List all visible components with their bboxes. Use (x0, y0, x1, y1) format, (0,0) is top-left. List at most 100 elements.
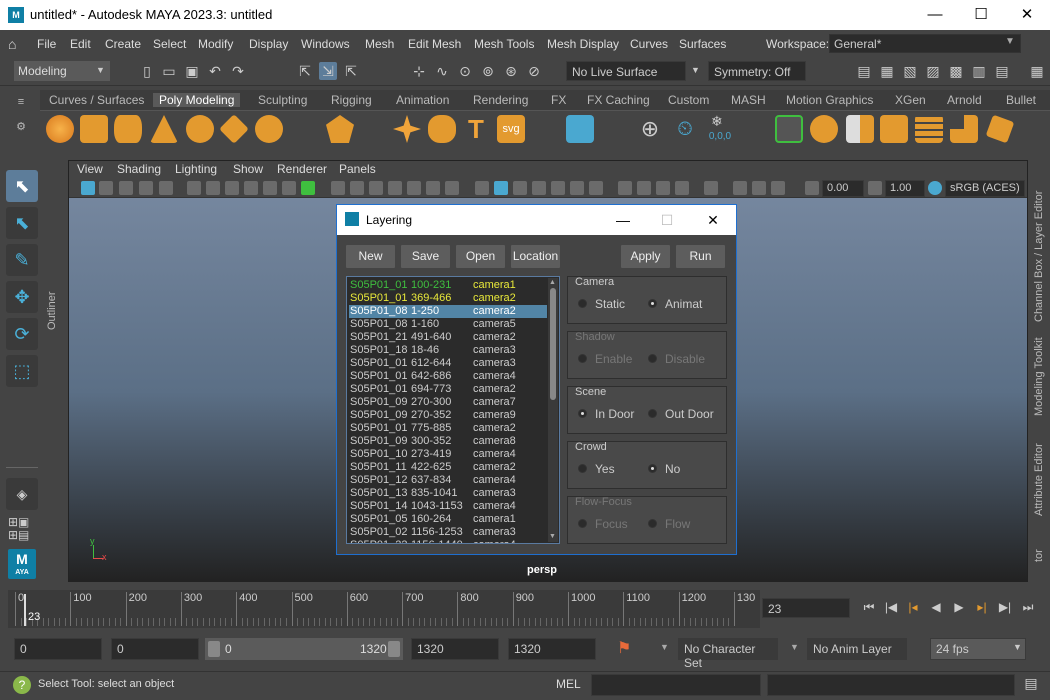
pivot-icon[interactable] (282, 181, 296, 195)
shelf-tab-arnold[interactable]: Arnold (947, 93, 982, 107)
snapshot-icon[interactable] (225, 181, 239, 195)
shot-list-row[interactable]: S05P01_221156-1440 camera4 (349, 539, 547, 543)
channel-box-icon[interactable]: ▦ (1028, 62, 1046, 80)
snap-surface-icon[interactable]: ⊛ (502, 62, 520, 80)
menu-curves[interactable]: Curves (630, 37, 668, 51)
mesh-smooth-icon[interactable] (846, 115, 874, 143)
camera-icon[interactable] (187, 181, 201, 195)
panel-menu-panels[interactable]: Panels (339, 162, 376, 176)
panel-menu-renderer[interactable]: Renderer (277, 162, 327, 176)
anti-aliasing-icon[interactable] (656, 181, 670, 195)
shelf-tab-animation[interactable]: Animation (396, 93, 449, 107)
motion-blur-icon[interactable] (637, 181, 651, 195)
new-scene-icon[interactable]: ▯ (138, 62, 156, 80)
play-backward-icon[interactable]: ◀ (927, 598, 945, 616)
grid-icon[interactable] (331, 181, 345, 195)
scene-indoor-radio[interactable] (578, 409, 587, 418)
menu-create[interactable]: Create (105, 37, 141, 51)
save-scene-icon[interactable]: ▣ (183, 62, 201, 80)
anim-layer-select[interactable]: No Anim Layer (807, 638, 907, 660)
poly-disc-icon[interactable] (255, 115, 283, 143)
bookmark-icon[interactable] (99, 181, 113, 195)
chevron-down-icon[interactable]: ▼ (660, 642, 669, 652)
manipulator-icon[interactable] (301, 181, 315, 195)
exposure-icon[interactable] (805, 181, 819, 195)
crowd-yes-radio[interactable] (578, 464, 587, 473)
shot-list-row[interactable]: S05P01_14 1043-1153 camera4 (349, 500, 547, 513)
chevron-down-icon[interactable]: ▼ (790, 642, 799, 652)
use-all-lights-icon[interactable] (570, 181, 584, 195)
symmetry-field[interactable]: Symmetry: Off (708, 61, 806, 81)
ipr-render-icon[interactable]: ▧ (901, 62, 919, 80)
shadow-enable-radio[interactable] (578, 354, 587, 363)
step-back-frame-icon[interactable]: |◂ (904, 598, 922, 616)
dialog-maximize-button[interactable]: ☐ (647, 205, 687, 235)
menu-edit-mesh[interactable]: Edit Mesh (408, 37, 461, 51)
exposure-field[interactable]: 0.00 (822, 180, 864, 197)
menu-surfaces[interactable]: Surfaces (679, 37, 726, 51)
panel-menu-view[interactable]: View (77, 162, 103, 176)
shadows-icon[interactable] (589, 181, 603, 195)
screen-space-ao-icon[interactable] (618, 181, 632, 195)
range-end-handle[interactable] (388, 641, 400, 657)
attribute-editor-icon[interactable]: ▥ (970, 62, 988, 80)
isolate-select-icon[interactable] (704, 181, 718, 195)
colorspace-field[interactable]: sRGB (ACES) (945, 180, 1025, 197)
camera-static-radio[interactable] (578, 299, 587, 308)
apply-button[interactable]: Apply (621, 245, 670, 268)
playback-end-field[interactable]: 1320 (411, 638, 499, 660)
svg-tool-icon[interactable]: svg (497, 115, 525, 143)
menu-mesh-display[interactable]: Mesh Display (547, 37, 619, 51)
maximize-button[interactable]: ☐ (958, 0, 1004, 30)
shelf-tab-mash[interactable]: MASH (731, 93, 766, 107)
shot-list-row[interactable]: S05P01_01 642-686 camera4 (349, 370, 547, 383)
film-gate-icon[interactable] (350, 181, 364, 195)
shelf-tab-poly-modeling[interactable]: Poly Modeling (153, 93, 241, 107)
play-forward-icon[interactable]: ▶ (950, 598, 968, 616)
select-hierarchy-icon[interactable]: ⇱ (296, 62, 314, 80)
menu-edit[interactable]: Edit (70, 37, 91, 51)
tool-settings-icon[interactable]: ▤ (993, 62, 1011, 80)
snap-point-icon[interactable]: ⊙ (456, 62, 474, 80)
fps-select[interactable]: 24 fps (930, 638, 1026, 660)
mesh-separate-icon[interactable] (810, 115, 838, 143)
panel-menu-lighting[interactable]: Lighting (175, 162, 217, 176)
shelf-tab-fx-caching[interactable]: FX Caching (587, 93, 650, 107)
shot-list-row[interactable]: S05P01_05 160-264 camera1 (349, 513, 547, 526)
new-button[interactable]: New (346, 245, 395, 268)
mesh-extrude-icon[interactable] (880, 115, 908, 143)
tab-channel-box[interactable]: Channel Box / Layer Editor (1033, 191, 1045, 322)
shelf-tab-curves-surfaces[interactable]: Curves / Surfaces (49, 93, 144, 107)
type-text-icon[interactable]: T (462, 115, 490, 143)
shot-list-row[interactable]: S05P01_01 612-644 camera3 (349, 357, 547, 370)
smooth-shade-icon[interactable] (494, 181, 508, 195)
panel-menu-show[interactable]: Show (233, 162, 263, 176)
shot-list-row[interactable]: S05P01_09 270-352 camera9 (349, 409, 547, 422)
command-input[interactable] (591, 674, 761, 696)
menu-file[interactable]: File (37, 37, 56, 51)
shelf-tab-rendering[interactable]: Rendering (473, 93, 528, 107)
default-material-icon[interactable] (513, 181, 527, 195)
panel-menu-shading[interactable]: Shading (117, 162, 161, 176)
help-icon[interactable]: ? (13, 676, 31, 694)
shot-list-row[interactable]: S05P01_08 1-160 camera5 (349, 318, 547, 331)
2d-pan-zoom-icon[interactable] (139, 181, 153, 195)
color-management-icon[interactable] (928, 181, 942, 195)
menu-windows[interactable]: Windows (301, 37, 350, 51)
tab-modeling-toolkit[interactable]: Modeling Toolkit (1033, 337, 1045, 416)
render-view-icon[interactable]: ▤ (855, 62, 873, 80)
mesh-bridge-icon[interactable] (915, 115, 943, 143)
scene-end-field[interactable]: 1320 (508, 638, 596, 660)
grease-pencil-icon[interactable] (159, 181, 173, 195)
current-frame-field[interactable]: 23 (762, 598, 850, 618)
freeze-transform-icon[interactable]: ⏲ (671, 115, 699, 143)
shot-list-row[interactable]: S05P01_10 273-419 camera4 (349, 448, 547, 461)
wireframe-on-shaded-icon[interactable] (532, 181, 546, 195)
menu-modify[interactable]: Modify (198, 37, 233, 51)
step-forward-key-icon[interactable]: ▶| (996, 598, 1014, 616)
mesh-table-icon[interactable] (566, 115, 594, 143)
shelf-tab-fx[interactable]: FX (551, 93, 566, 107)
scroll-up-icon[interactable]: ▲ (549, 279, 556, 286)
script-editor-icon[interactable]: ▤ (1021, 675, 1041, 695)
camera-animated-radio[interactable] (648, 299, 657, 308)
